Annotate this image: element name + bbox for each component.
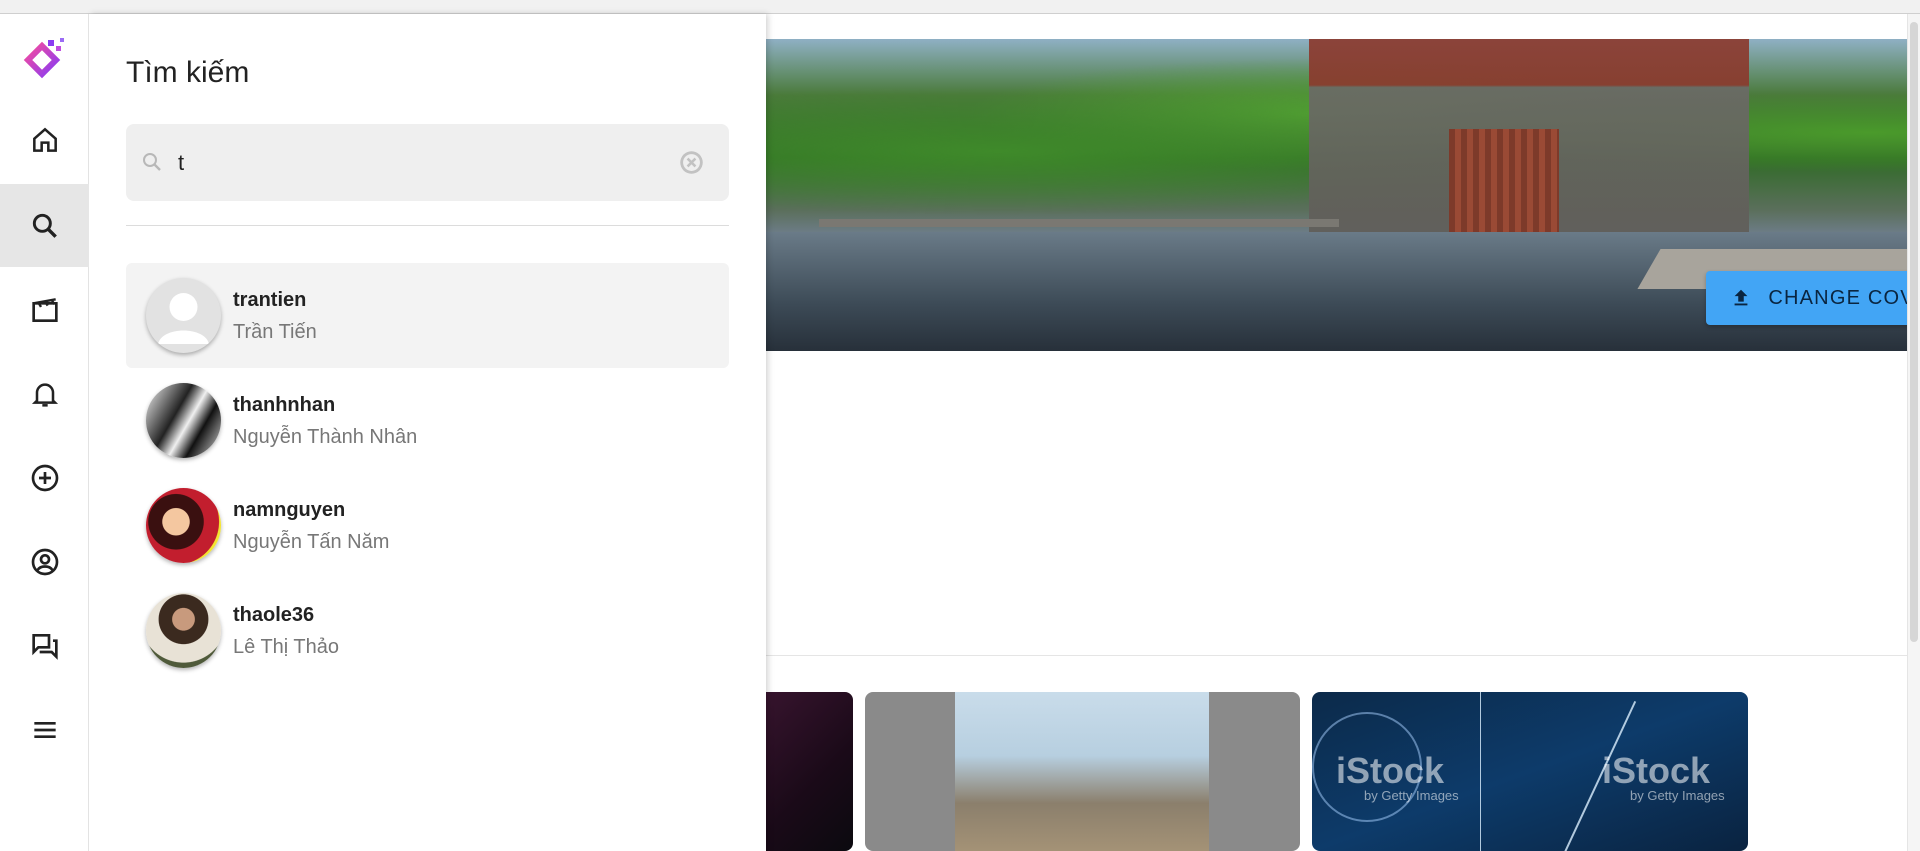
post-thumbnail[interactable]: iStock by Getty Images iStock by Getty Ima… — [1312, 692, 1748, 851]
content-divider — [749, 655, 1920, 656]
cover-photo: CHANGE COVER — [749, 39, 1920, 351]
app-logo[interactable] — [22, 34, 70, 82]
search-result-item[interactable]: thaole36 Lê Thị Thảo — [126, 578, 729, 683]
upload-icon — [1734, 289, 1748, 306]
nav-home[interactable] — [0, 98, 89, 181]
search-result-item[interactable]: thanhnhan Nguyễn Thành Nhân — [126, 368, 729, 473]
search-title: Tìm kiếm — [126, 56, 250, 89]
clear-search-icon[interactable] — [678, 149, 705, 176]
page-scrollbar[interactable] — [1907, 14, 1920, 851]
avatar — [146, 383, 221, 458]
result-username: thaole36 — [233, 604, 315, 626]
nav-create[interactable] — [0, 436, 89, 519]
nav-reels[interactable] — [0, 268, 89, 351]
search-result-item[interactable]: trantien Trần Tiến — [126, 263, 729, 368]
home-icon — [32, 127, 57, 152]
post-thumbnail[interactable] — [865, 692, 1300, 851]
result-fullname: Nguyễn Thành Nhân — [233, 426, 418, 448]
avatar — [146, 488, 221, 563]
watermark-text: iStock — [1602, 750, 1711, 791]
nav-search[interactable] — [0, 184, 89, 267]
result-username: thanhnhan — [233, 394, 336, 416]
menu-icon — [33, 721, 56, 738]
nav-menu[interactable] — [0, 688, 89, 771]
watermark-subtext: by Getty Images — [1630, 788, 1725, 803]
profile-icon — [31, 548, 58, 575]
search-input[interactable] — [178, 142, 658, 184]
result-fullname: Nguyễn Tấn Năm — [233, 531, 390, 553]
search-divider — [126, 225, 729, 226]
watermark-text: iStock — [1336, 750, 1445, 791]
result-fullname: Lê Thị Thảo — [233, 636, 340, 658]
default-avatar-icon — [158, 293, 209, 344]
messages-icon — [31, 633, 58, 660]
add-circle-icon — [31, 464, 58, 491]
search-icon — [143, 153, 161, 171]
nav-profile[interactable] — [0, 520, 89, 603]
logo-icon — [23, 38, 64, 79]
sidebar-nav — [0, 14, 89, 851]
nav-notifications[interactable] — [0, 352, 89, 435]
nav-messages[interactable] — [0, 604, 89, 687]
search-icon — [32, 213, 57, 238]
reels-icon — [31, 297, 58, 322]
change-cover-label: CHANGE COVER — [1768, 286, 1920, 309]
browser-top-edge — [0, 0, 1920, 14]
change-cover-button[interactable]: CHANGE COVER — [1706, 271, 1920, 325]
search-drawer: Tìm kiếm trantien Trần Tiến thanhnhan Ng… — [89, 14, 766, 851]
avatar — [146, 278, 221, 353]
result-username: namnguyen — [233, 499, 346, 521]
result-fullname: Trần Tiến — [233, 321, 317, 343]
result-username: trantien — [233, 289, 307, 311]
search-result-item[interactable]: namnguyen Nguyễn Tấn Năm — [126, 473, 729, 578]
bell-icon — [31, 382, 58, 407]
avatar — [146, 593, 221, 668]
search-box — [126, 124, 729, 201]
watermark-subtext: by Getty Images — [1364, 788, 1459, 803]
